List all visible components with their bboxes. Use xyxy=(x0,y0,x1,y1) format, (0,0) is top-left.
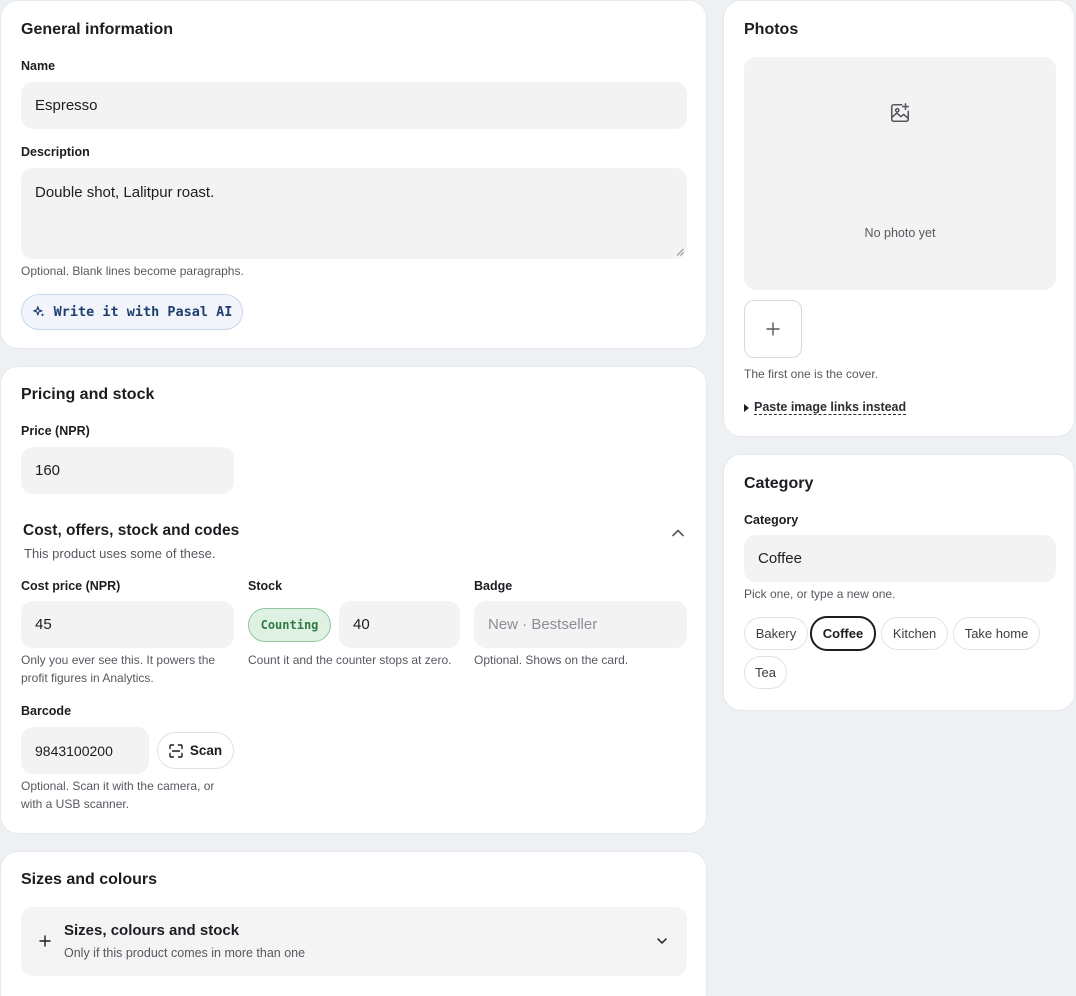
category-chip-bakery[interactable]: Bakery xyxy=(744,617,808,650)
category-chip-kitchen[interactable]: Kitchen xyxy=(881,617,948,650)
badge-input[interactable]: New · Bestseller xyxy=(474,601,687,648)
cost-offers-subtitle: This product uses some of these. xyxy=(24,546,216,561)
cost-price-input[interactable]: 45 xyxy=(21,601,234,648)
cost-price-label: Cost price (NPR) xyxy=(21,579,121,593)
sizes-colours-title: Sizes and colours xyxy=(21,871,158,888)
price-input[interactable]: 160 xyxy=(21,447,234,494)
name-label: Name xyxy=(21,59,56,73)
barcode-label: Barcode xyxy=(21,704,72,718)
description-hint: Optional. Blank lines become paragraphs. xyxy=(21,264,244,278)
barcode-input[interactable]: 9843100200 xyxy=(21,727,149,774)
scan-label: Scan xyxy=(189,743,223,758)
stock-input[interactable]: 40 xyxy=(339,601,460,648)
photos-card: Photos No photo yet The first one is the… xyxy=(723,0,1075,437)
cost-offers-title: Cost, offers, stock and codes xyxy=(23,522,240,539)
category-card: Category Category Coffee Pick one, or ty… xyxy=(723,454,1075,711)
paste-image-links-toggle[interactable]: Paste image links instead xyxy=(744,400,907,415)
photo-dropzone[interactable]: No photo yet xyxy=(744,57,1056,290)
sizes-colours-expander[interactable]: Sizes, colours and stock Only if this pr… xyxy=(21,907,687,976)
add-image-icon xyxy=(890,103,910,123)
sizes-colours-row-title: Sizes, colours and stock xyxy=(64,922,240,939)
caret-right-icon xyxy=(744,403,749,412)
category-label: Category xyxy=(744,513,799,527)
badge-hint: Optional. Shows on the card. xyxy=(474,653,629,667)
sparkle-icon xyxy=(32,306,44,317)
category-chip-tea[interactable]: Tea xyxy=(744,656,787,689)
stock-label: Stock xyxy=(248,579,283,593)
cover-hint: The first one is the cover. xyxy=(744,367,879,381)
stock-counting-toggle[interactable]: Counting xyxy=(248,608,331,642)
cost-offers-section-header[interactable]: Cost, offers, stock and codes This produ… xyxy=(23,519,689,565)
chevron-up-icon xyxy=(672,529,684,537)
scan-button[interactable]: Scan xyxy=(157,732,234,769)
badge-label: Badge xyxy=(474,579,513,593)
add-photo-button[interactable] xyxy=(744,300,802,358)
description-text: Double shot, Lalitpur roast. xyxy=(35,184,215,201)
pricing-stock-card: Pricing and stock Price (NPR) 160 Cost, … xyxy=(0,366,707,834)
category-chip-take-home[interactable]: Take home xyxy=(953,617,1040,650)
pricing-stock-title: Pricing and stock xyxy=(21,386,155,403)
sizes-colours-card: Sizes and colours Sizes, colours and sto… xyxy=(0,851,707,996)
resize-handle-icon[interactable] xyxy=(676,248,684,256)
category-chip-coffee[interactable]: Coffee xyxy=(810,616,876,651)
description-textarea[interactable]: Double shot, Lalitpur roast. xyxy=(21,168,687,259)
no-photo-text: No photo yet xyxy=(864,226,936,240)
barcode-hint: Optional. Scan it with the camera, or wi… xyxy=(21,779,215,811)
paste-image-links-label: Paste image links instead xyxy=(754,400,907,415)
description-label: Description xyxy=(21,145,90,159)
general-information-title: General information xyxy=(21,21,174,38)
sizes-colours-row-subtitle: Only if this product comes in more than … xyxy=(64,946,306,960)
write-with-ai-button[interactable]: Write it with Pasal AI xyxy=(21,294,243,330)
category-hint: Pick one, or type a new one. xyxy=(744,587,896,601)
plus-icon xyxy=(766,322,780,336)
general-information-card: General information Name Espresso Descri… xyxy=(0,0,707,349)
scan-icon xyxy=(169,743,183,758)
chevron-down-icon xyxy=(657,938,667,944)
photos-title: Photos xyxy=(744,21,799,38)
category-title: Category xyxy=(744,475,814,492)
plus-icon xyxy=(39,935,51,947)
cost-price-hint: Only you ever see this. It powers the pr… xyxy=(21,653,216,685)
category-input[interactable]: Coffee xyxy=(744,535,1056,582)
price-label: Price (NPR) xyxy=(21,424,90,438)
name-input[interactable]: Espresso xyxy=(21,82,687,129)
stock-hint: Count it and the counter stops at zero. xyxy=(248,653,452,667)
write-with-ai-label: Write it with Pasal AI xyxy=(53,304,233,320)
